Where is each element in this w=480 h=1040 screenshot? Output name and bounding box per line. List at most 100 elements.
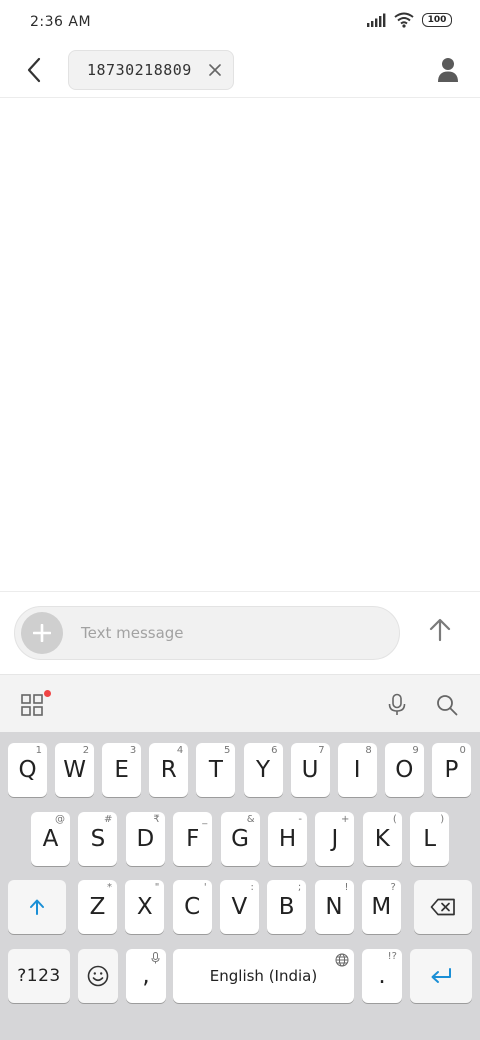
attach-button[interactable]: [21, 612, 63, 654]
message-placeholder: Text message: [81, 624, 184, 642]
comma-key-label: ,: [142, 963, 150, 989]
key-e[interactable]: 3E: [102, 743, 142, 797]
key-hint: 6: [271, 745, 278, 756]
key-hint: ?: [390, 882, 396, 893]
key-label: M: [371, 894, 392, 920]
key-k[interactable]: (K: [362, 812, 402, 866]
plus-icon: [33, 624, 51, 642]
key-label: N: [325, 894, 343, 920]
key-o[interactable]: 9O: [384, 743, 424, 797]
key-label: W: [63, 757, 86, 783]
battery-indicator: 100: [422, 13, 452, 27]
key-label: G: [231, 826, 249, 852]
key-hint: 8: [365, 745, 372, 756]
period-key[interactable]: !? .: [362, 949, 402, 1003]
key-x[interactable]: " X: [125, 880, 165, 934]
signal-icon: [367, 13, 386, 27]
remove-recipient-button[interactable]: [206, 61, 224, 79]
key-i[interactable]: 8I: [337, 743, 377, 797]
key-a[interactable]: @ A: [31, 812, 70, 866]
key-label: S: [90, 826, 106, 852]
key-label: A: [42, 826, 59, 852]
key-v[interactable]: :V: [219, 880, 259, 934]
space-key[interactable]: English (India): [173, 949, 354, 1003]
space-key-label: English (India): [209, 967, 318, 985]
symbols-key-label: ?123: [17, 966, 61, 986]
keyboard: 1Q2W3E4R5T6Y7U8I9O0P @ A # S ₹ D _ F & G - H + J(K) L …: [0, 732, 480, 1040]
comma-key[interactable]: ,: [126, 949, 166, 1003]
key-hint: :: [250, 882, 254, 893]
period-key-hint: !?: [387, 951, 397, 962]
status-time: 2:36 AM: [30, 14, 92, 30]
key-d[interactable]: ₹ D: [125, 812, 165, 866]
key-hint: 9: [412, 745, 419, 756]
key-label: T: [208, 757, 223, 783]
key-hint: 4: [176, 745, 184, 756]
apps-button[interactable]: [20, 693, 44, 717]
key-hint: 5: [224, 745, 231, 756]
arrow-up-icon: [429, 618, 451, 642]
key-label: O: [395, 757, 414, 783]
composer-divider: [0, 591, 480, 592]
key-g[interactable]: & G: [220, 812, 260, 866]
notification-dot: [44, 690, 51, 697]
key-y[interactable]: 6Y: [243, 743, 283, 797]
key-z[interactable]: * Z: [78, 880, 117, 934]
key-hint: !: [344, 882, 349, 893]
key-hint: *: [107, 882, 112, 893]
key-label: I: [353, 757, 361, 783]
voice-input-button[interactable]: [384, 692, 410, 718]
key-label: B: [278, 894, 295, 920]
key-label: F: [186, 826, 200, 852]
key-l[interactable]: ) L: [410, 812, 450, 866]
key-b[interactable]: ; B: [267, 880, 307, 934]
key-hint: ₹: [153, 814, 160, 825]
key-j[interactable]: + J: [315, 812, 355, 866]
status-icons: 100: [366, 12, 452, 28]
key-r[interactable]: 4R: [149, 743, 189, 797]
key-q[interactable]: 1Q: [8, 743, 47, 797]
key-hint: &: [246, 814, 255, 825]
key-m[interactable]: ? M: [361, 880, 401, 934]
key-hint: 3: [129, 745, 137, 756]
key-hint: 0: [459, 745, 466, 756]
key-hint: @: [55, 814, 65, 825]
key-label: P: [444, 757, 459, 783]
key-label: L: [423, 826, 437, 852]
conversation-area: [0, 98, 480, 591]
key-label: R: [160, 757, 177, 783]
key-p[interactable]: 0P: [431, 743, 471, 797]
shift-key[interactable]: [8, 880, 66, 934]
key-f[interactable]: _ F: [173, 812, 213, 866]
symbols-key[interactable]: ?123: [8, 949, 70, 1003]
key-hint: -: [298, 814, 302, 825]
key-hint: 7: [318, 745, 325, 756]
period-key-label: .: [378, 963, 386, 989]
key-t[interactable]: 5T: [196, 743, 236, 797]
emoji-key[interactable]: [78, 949, 118, 1003]
key-n[interactable]: ! N: [314, 880, 354, 934]
key-h[interactable]: -H: [268, 812, 307, 866]
contact-button[interactable]: [432, 54, 464, 86]
shift-arrow-icon: [30, 899, 44, 915]
backspace-key[interactable]: [414, 880, 472, 934]
key-s[interactable]: # S: [78, 812, 118, 866]
enter-key[interactable]: [410, 949, 472, 1003]
search-icon: [437, 695, 458, 716]
recipient-number: 18730218809: [87, 61, 192, 79]
keyboard-search-button[interactable]: [434, 692, 460, 718]
key-hint: ": [154, 882, 160, 893]
recipient-chip[interactable]: 18730218809: [68, 50, 234, 90]
send-button[interactable]: [420, 610, 460, 650]
key-c[interactable]: ' C: [172, 880, 212, 934]
smiley-icon: [87, 965, 109, 987]
key-label: Z: [89, 894, 106, 920]
key-u[interactable]: 7U: [290, 743, 330, 797]
key-hint: (: [392, 814, 397, 825]
message-input[interactable]: Text message: [14, 606, 400, 660]
back-button[interactable]: [18, 54, 50, 86]
key-w[interactable]: 2W: [55, 743, 95, 797]
close-icon: [209, 64, 221, 76]
globe-icon: [335, 953, 349, 967]
key-hint: ): [440, 814, 445, 825]
